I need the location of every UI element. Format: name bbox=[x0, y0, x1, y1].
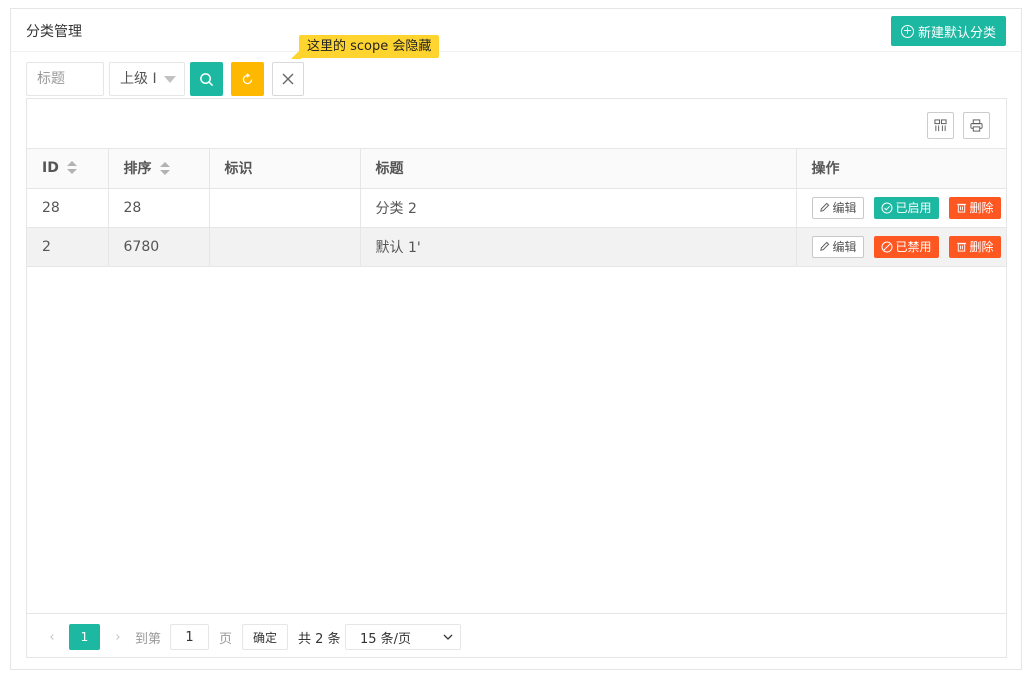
pencil-icon bbox=[819, 241, 829, 251]
th-sort-label: 排序 bbox=[123, 161, 152, 178]
sort-icon[interactable] bbox=[66, 161, 77, 175]
next-page-button[interactable]: › bbox=[109, 624, 127, 650]
table-row: 2 6780 默认 1' 编辑 已禁用 删除 bbox=[27, 227, 1006, 267]
category-panel: 分类管理 + 新建默认分类 这里的 scope 会隐藏 标题 上级 I ID 排… bbox=[10, 8, 1022, 670]
table-row: 28 28 分类 2 编辑 已启用 删除 bbox=[27, 188, 1006, 228]
pencil-icon bbox=[819, 202, 829, 212]
current-page[interactable]: 1 bbox=[69, 624, 100, 650]
page-number-input[interactable]: 1 bbox=[170, 624, 209, 650]
cell-id: 28 bbox=[27, 188, 108, 228]
goto-label: 到第 bbox=[135, 631, 162, 647]
cell-ops: 编辑 已启用 删除 bbox=[795, 188, 1006, 228]
plus-circle-icon: + bbox=[900, 23, 914, 38]
page-title: 分类管理 bbox=[26, 24, 82, 40]
table-header-row: ID 排序 标识 标题 操作 bbox=[27, 149, 1006, 189]
data-table-box: ID 排序 标识 标题 操作 28 28 分类 2 编辑 已启用 删除 2 67… bbox=[26, 98, 1007, 658]
columns-icon bbox=[934, 119, 947, 132]
parent-select[interactable]: 上级 I bbox=[109, 62, 185, 96]
print-icon bbox=[970, 119, 983, 132]
cell-sort: 28 bbox=[107, 188, 209, 228]
refresh-button[interactable] bbox=[231, 62, 264, 96]
trash-icon bbox=[956, 242, 966, 252]
clear-button[interactable] bbox=[272, 62, 304, 96]
edit-button[interactable]: 编辑 bbox=[811, 235, 864, 258]
confirm-page-button[interactable]: 确定 bbox=[242, 624, 288, 650]
new-default-category-button[interactable]: + 新建默认分类 bbox=[891, 16, 1006, 46]
edit-button[interactable]: 编辑 bbox=[811, 196, 864, 219]
status-toggle-button[interactable]: 已禁用 bbox=[873, 235, 939, 258]
status-label: 已禁用 bbox=[895, 239, 932, 254]
status-label: 已启用 bbox=[895, 200, 932, 215]
ban-icon bbox=[881, 241, 893, 252]
category-table: ID 排序 标识 标题 操作 28 28 分类 2 编辑 已启用 删除 2 67… bbox=[27, 149, 1006, 267]
page-unit-label: 页 bbox=[219, 631, 233, 647]
print-button[interactable] bbox=[963, 112, 990, 139]
cell-title: 默认 1' bbox=[359, 227, 796, 267]
th-key: 标识 bbox=[208, 149, 360, 189]
cell-key bbox=[208, 188, 360, 228]
title-search-input[interactable]: 标题 bbox=[26, 62, 104, 96]
th-sort[interactable]: 排序 bbox=[107, 149, 209, 189]
close-icon bbox=[282, 73, 294, 85]
page-size-select[interactable]: 15 条/页 bbox=[345, 624, 461, 650]
sort-icon[interactable] bbox=[159, 162, 170, 176]
page-size-label: 15 条/页 bbox=[360, 631, 412, 647]
delete-label: 删除 bbox=[969, 200, 994, 215]
refresh-icon bbox=[242, 72, 253, 84]
new-button-label: 新建默认分类 bbox=[917, 25, 996, 41]
th-id[interactable]: ID bbox=[27, 149, 108, 189]
panel-header: 分类管理 + 新建默认分类 bbox=[11, 9, 1021, 52]
th-title: 标题 bbox=[359, 149, 796, 189]
trash-icon bbox=[956, 203, 966, 213]
search-button[interactable] bbox=[190, 62, 223, 96]
delete-button[interactable]: 删除 bbox=[948, 196, 1001, 219]
th-id-label: ID bbox=[42, 160, 59, 177]
cell-key bbox=[208, 227, 360, 267]
column-filter-button[interactable] bbox=[927, 112, 954, 139]
cell-ops: 编辑 已禁用 删除 bbox=[795, 227, 1006, 267]
caret-down-icon bbox=[164, 76, 176, 83]
status-toggle-button[interactable]: 已启用 bbox=[873, 196, 939, 219]
pagination: ‹ 1 › 到第 1 页 确定 共 2 条 15 条/页 bbox=[27, 613, 1006, 657]
cell-sort: 6780 bbox=[107, 227, 209, 267]
check-circle-icon bbox=[881, 202, 893, 213]
edit-label: 编辑 bbox=[832, 239, 857, 254]
delete-label: 删除 bbox=[969, 239, 994, 254]
delete-button[interactable]: 删除 bbox=[948, 235, 1001, 258]
cell-id: 2 bbox=[27, 227, 108, 267]
chevron-down-icon bbox=[443, 634, 453, 640]
parent-select-label: 上级 I bbox=[120, 71, 157, 87]
table-toolbar bbox=[27, 99, 1006, 149]
search-icon bbox=[200, 72, 214, 86]
total-count: 共 2 条 bbox=[298, 631, 341, 647]
scope-tooltip: 这里的 scope 会隐藏 bbox=[290, 35, 440, 59]
th-ops: 操作 bbox=[795, 149, 1006, 189]
cell-title: 分类 2 bbox=[359, 188, 796, 228]
edit-label: 编辑 bbox=[832, 200, 857, 215]
prev-page-button[interactable]: ‹ bbox=[43, 624, 61, 650]
